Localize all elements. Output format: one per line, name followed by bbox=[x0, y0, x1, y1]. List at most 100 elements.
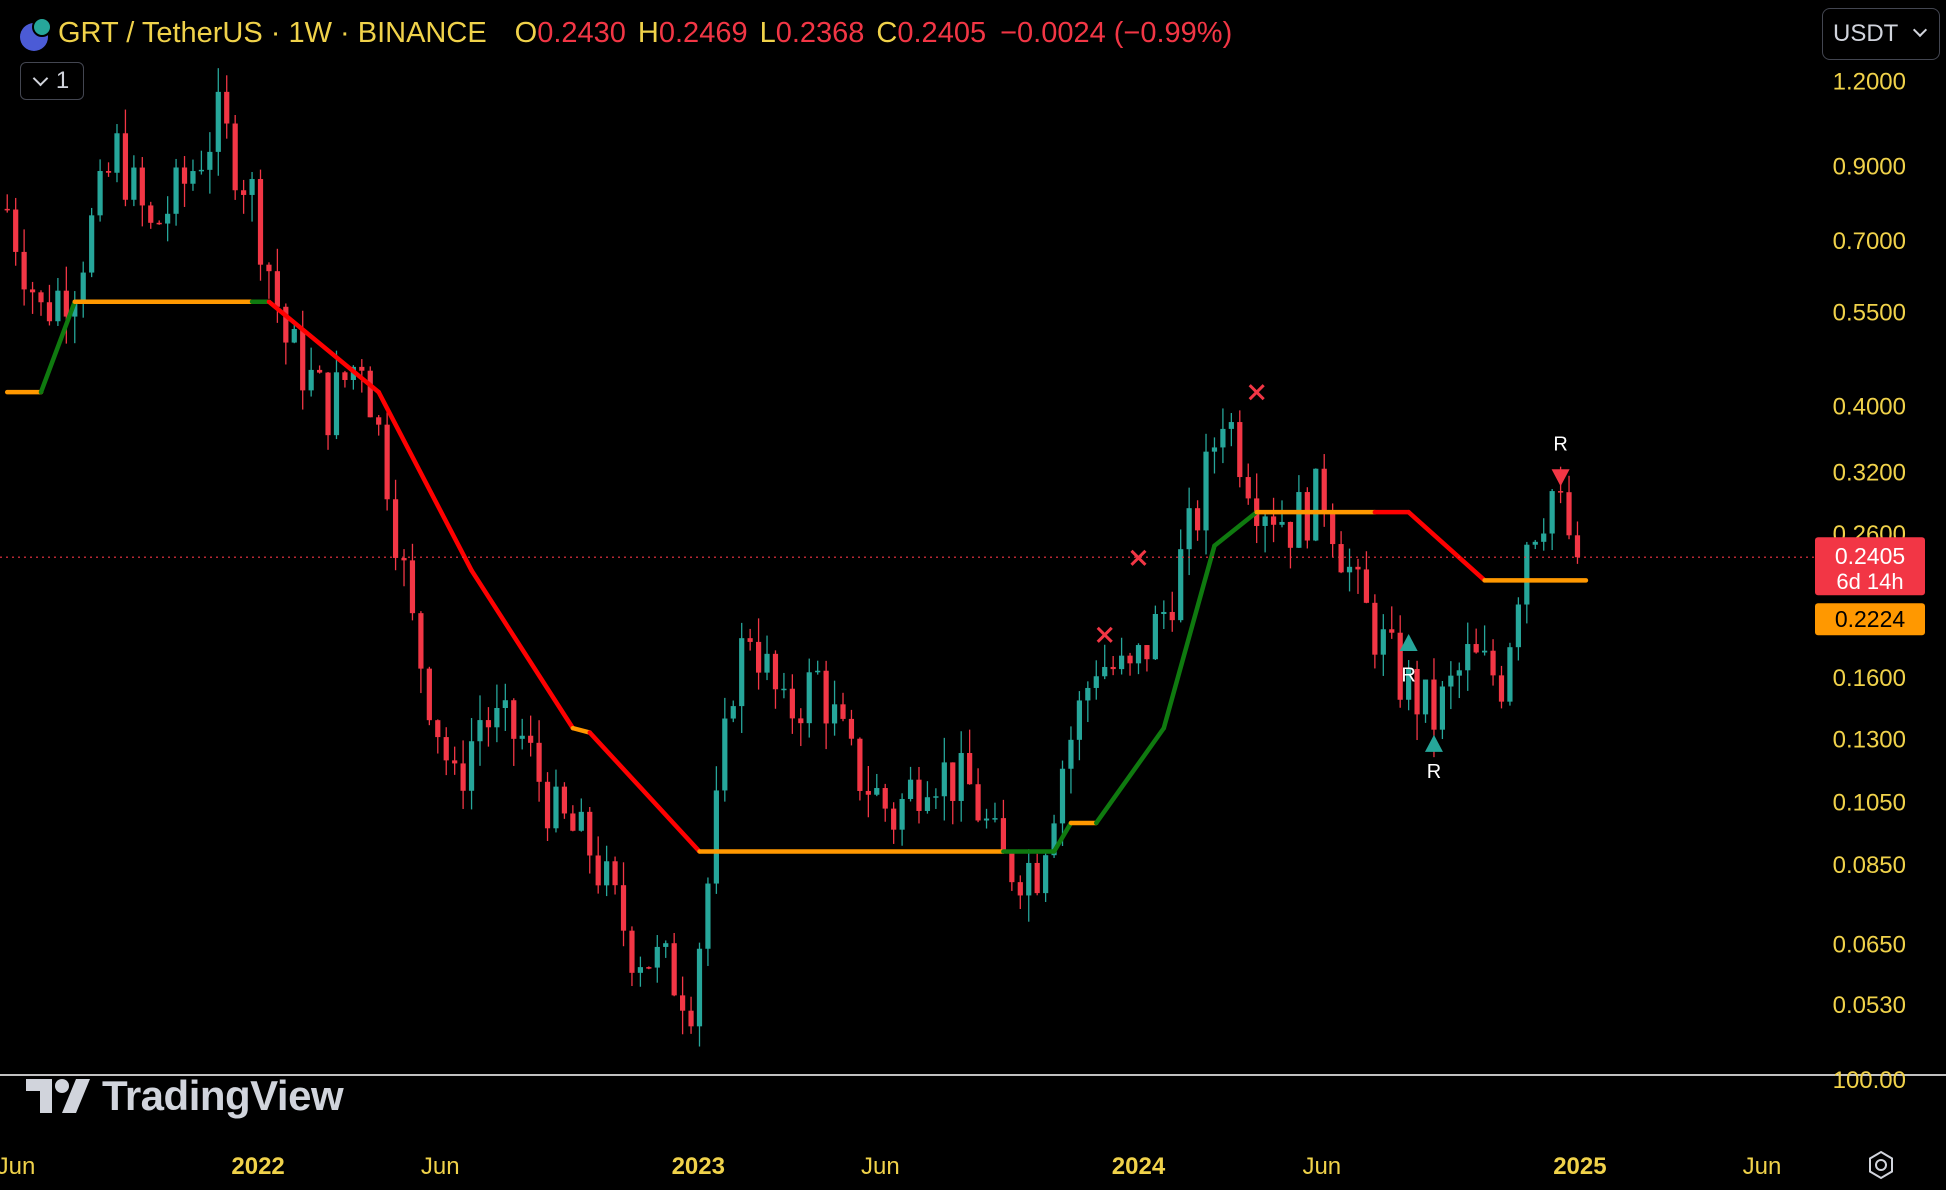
candle bbox=[131, 155, 137, 207]
candle-body bbox=[1068, 739, 1074, 769]
candle-body bbox=[1389, 629, 1395, 633]
candle bbox=[823, 660, 829, 750]
candle bbox=[426, 666, 432, 726]
candle bbox=[1465, 622, 1471, 691]
settings-gear-icon[interactable] bbox=[1866, 1150, 1896, 1180]
candle bbox=[1482, 625, 1488, 656]
candle bbox=[1178, 529, 1184, 623]
candle bbox=[595, 836, 601, 894]
candle-body bbox=[1507, 647, 1513, 702]
candle-body bbox=[1102, 666, 1108, 677]
candle bbox=[1144, 645, 1150, 672]
candle bbox=[857, 737, 863, 801]
candle bbox=[1380, 614, 1386, 676]
candle bbox=[933, 788, 939, 809]
candle-body bbox=[1465, 644, 1471, 671]
candle bbox=[401, 549, 407, 587]
candle bbox=[1397, 615, 1403, 708]
candle-body bbox=[663, 943, 669, 947]
indicators-collapse-button[interactable]: 1 bbox=[20, 62, 84, 100]
candle-body bbox=[730, 706, 736, 719]
candle-body bbox=[97, 171, 103, 216]
x-tick-month-label: Jun bbox=[421, 1153, 460, 1180]
y-tick-label: 0.7000 bbox=[1833, 228, 1906, 255]
candle bbox=[266, 262, 272, 299]
candle bbox=[1549, 488, 1555, 551]
candle-body bbox=[671, 943, 677, 996]
x-tick-year-label: 2024 bbox=[1112, 1153, 1166, 1180]
candle-body bbox=[148, 205, 154, 223]
candle-body bbox=[933, 796, 939, 798]
candle-body bbox=[1296, 492, 1302, 548]
candle bbox=[1456, 662, 1462, 699]
candle bbox=[874, 773, 880, 797]
candle-body bbox=[680, 995, 686, 1011]
candle bbox=[156, 220, 162, 225]
candle-body bbox=[798, 718, 804, 724]
candle bbox=[1220, 408, 1226, 464]
candle-body bbox=[477, 720, 483, 742]
currency-select[interactable]: USDT bbox=[1822, 8, 1940, 60]
candle-body bbox=[156, 222, 162, 225]
trail-segment-orange bbox=[570, 725, 592, 735]
candle-body bbox=[1313, 468, 1319, 541]
candle-body bbox=[224, 91, 230, 124]
candle bbox=[1338, 531, 1344, 574]
candle-body bbox=[1321, 468, 1327, 511]
candle-body bbox=[1000, 818, 1007, 854]
candle-body bbox=[1186, 508, 1192, 550]
candle-body bbox=[983, 818, 990, 821]
buy-signal-triangle-up bbox=[1424, 734, 1443, 752]
candle-body bbox=[1490, 650, 1496, 676]
candle bbox=[1135, 643, 1142, 675]
price-axis: 1.20000.90000.70000.55000.40000.32000.26… bbox=[1815, 68, 1925, 1094]
symbol-title[interactable]: GRT / TetherUS · 1W · BINANCE bbox=[58, 17, 487, 50]
trail-segment-green bbox=[1212, 509, 1259, 548]
price-chart[interactable]: R R R 1.2000 0.9000 0.7000 0.5500 0.4000 0.3200… bbox=[0, 0, 1946, 1190]
candle-body bbox=[1448, 675, 1454, 687]
candle bbox=[899, 793, 905, 846]
tradingview-logo: TradingView bbox=[26, 1072, 344, 1120]
candle bbox=[629, 926, 635, 987]
candle bbox=[536, 720, 542, 802]
candle bbox=[468, 718, 475, 810]
candle-body bbox=[1026, 862, 1032, 896]
candle bbox=[1152, 605, 1158, 661]
candle bbox=[1093, 660, 1099, 700]
signal-label-text: R bbox=[1427, 761, 1441, 783]
candle bbox=[1085, 681, 1091, 723]
candle-body bbox=[848, 718, 855, 739]
candle bbox=[544, 772, 551, 841]
candle-body bbox=[806, 672, 812, 724]
candle-body bbox=[1169, 611, 1175, 621]
candle bbox=[983, 808, 990, 829]
candle-body bbox=[1220, 428, 1226, 448]
candle bbox=[680, 976, 686, 1035]
candle-body bbox=[899, 798, 905, 830]
candle-body bbox=[21, 251, 27, 290]
candle-body bbox=[1304, 492, 1310, 541]
candle-body bbox=[1380, 629, 1386, 655]
candle-body bbox=[941, 762, 947, 797]
candle-body bbox=[1574, 535, 1581, 558]
trail-segment-red bbox=[469, 568, 576, 731]
candle bbox=[198, 150, 205, 175]
candle-body bbox=[874, 788, 880, 795]
candle-body bbox=[907, 779, 914, 799]
candle bbox=[1262, 510, 1268, 553]
candle-body bbox=[384, 424, 390, 500]
candle-body bbox=[924, 797, 931, 811]
candle bbox=[1270, 497, 1277, 543]
x-tick-year-label: 2022 bbox=[231, 1153, 284, 1180]
candle bbox=[165, 196, 171, 242]
candle bbox=[1355, 558, 1361, 594]
candle bbox=[1507, 642, 1513, 706]
candle-body bbox=[578, 811, 584, 831]
y-tick-label: 0.0850 bbox=[1833, 852, 1906, 879]
last-price-badge: 0.24056d 14h bbox=[1815, 537, 1925, 596]
candle-body bbox=[1127, 655, 1133, 664]
candle bbox=[257, 169, 264, 281]
candle-body bbox=[215, 91, 221, 152]
candle bbox=[1448, 661, 1454, 710]
candle bbox=[561, 782, 568, 819]
